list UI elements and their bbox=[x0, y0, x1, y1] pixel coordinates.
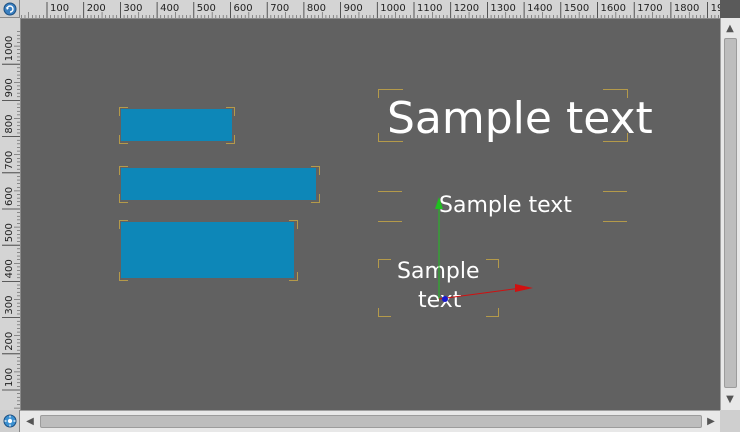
ruler-tick-label: 1900 bbox=[711, 3, 720, 14]
ruler-tick-label: 800 bbox=[4, 115, 15, 134]
horizontal-scrollbar-thumb[interactable] bbox=[40, 415, 702, 428]
ruler-tick-label: 1000 bbox=[380, 3, 405, 14]
ruler-tick-label: 900 bbox=[344, 3, 363, 14]
ruler-tick-label: 500 bbox=[197, 3, 216, 14]
ruler-tick-label: 100 bbox=[50, 3, 69, 14]
gizmo-center-z-icon bbox=[442, 296, 448, 302]
arrow-down-icon[interactable]: ▼ bbox=[721, 390, 739, 408]
ruler-tick-label: 700 bbox=[4, 151, 15, 170]
ruler-tick-label: 300 bbox=[123, 3, 142, 14]
arrow-right-icon[interactable]: ▶ bbox=[702, 412, 720, 430]
ruler-tick-label: 200 bbox=[4, 332, 15, 351]
ruler-tick-label: 400 bbox=[4, 259, 15, 278]
ruler-tick-label: 600 bbox=[4, 187, 15, 206]
ruler-tick-label: 1800 bbox=[674, 3, 699, 14]
ruler-tick-label: 200 bbox=[87, 3, 106, 14]
ruler-tick-label: 1200 bbox=[454, 3, 479, 14]
ruler-corner-top-left[interactable] bbox=[0, 0, 20, 18]
scrollbar-corner bbox=[720, 410, 740, 432]
ruler-tick-label: 900 bbox=[4, 78, 15, 97]
ruler-tick-label: 700 bbox=[270, 3, 289, 14]
ruler-tick-label: 600 bbox=[234, 3, 253, 14]
ruler-tick-label: 1100 bbox=[417, 3, 442, 14]
horizontal-scrollbar[interactable]: ◀ ▶ bbox=[20, 410, 720, 432]
rotate-view-icon[interactable] bbox=[3, 2, 17, 16]
ruler-tick-label: 400 bbox=[160, 3, 179, 14]
ruler-tick-label: 1600 bbox=[601, 3, 626, 14]
ruler-tick-label: 100 bbox=[4, 368, 15, 387]
transform-gizmo[interactable] bbox=[21, 19, 720, 410]
arrow-left-icon[interactable]: ◀ bbox=[21, 412, 39, 430]
ruler-tick-label: 1500 bbox=[564, 3, 589, 14]
vertical-scrollbar[interactable]: ▲ ▼ bbox=[720, 18, 740, 410]
gizmo-axis-x bbox=[438, 287, 522, 300]
ruler-tick-label: 1400 bbox=[527, 3, 552, 14]
ruler-tick-label: 300 bbox=[4, 296, 15, 315]
ruler-tick-label: 800 bbox=[307, 3, 326, 14]
ruler-horizontal: 100 200 300 400 500 600 700 800 900 1000 1100 1200 1… bbox=[20, 0, 720, 19]
gizmo-arrow-y-icon bbox=[435, 197, 443, 209]
vertical-scrollbar-thumb[interactable] bbox=[724, 38, 737, 388]
ruler-vertical: 1000 900 800 700 600 500 400 300 200 100 bbox=[0, 18, 21, 410]
arrow-up-icon[interactable]: ▲ bbox=[721, 19, 739, 37]
ruler-tick-label: 1700 bbox=[637, 3, 662, 14]
ruler-tick-label: 500 bbox=[4, 223, 15, 242]
design-canvas[interactable]: Sample text Sample text Sample text bbox=[21, 19, 720, 410]
settings-icon[interactable] bbox=[3, 414, 17, 428]
gizmo-arrow-x-icon bbox=[515, 284, 533, 292]
ruler-tick-label: 1000 bbox=[4, 36, 15, 61]
ruler-tick-label: 1300 bbox=[490, 3, 515, 14]
ruler-corner-bottom-left[interactable] bbox=[0, 410, 20, 432]
